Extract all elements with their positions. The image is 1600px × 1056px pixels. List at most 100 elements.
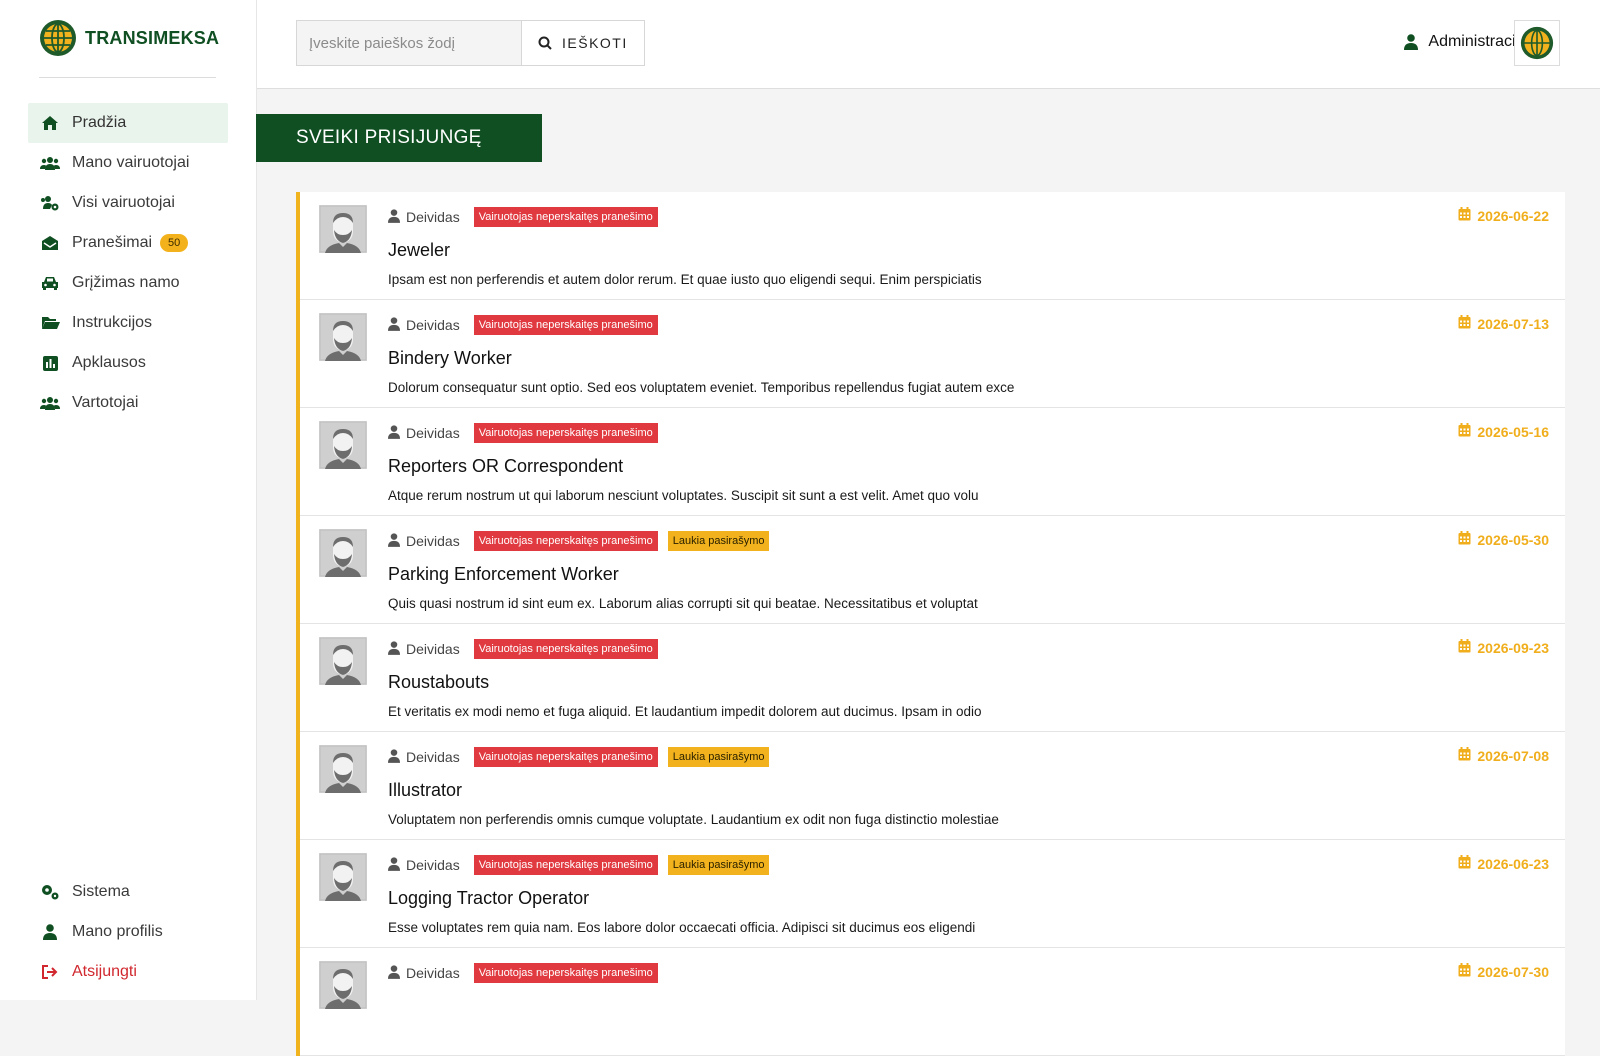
top-header: IEŠKOTI Administracija: [257, 0, 1600, 89]
user-icon: [1404, 34, 1419, 50]
message-preview: Quis quasi nostrum id sint eum ex. Labor…: [388, 596, 978, 611]
sidebar-item-instructions[interactable]: Instrukcijos: [28, 303, 228, 343]
avatar: [319, 421, 367, 469]
message-row[interactable]: Deividas Vairuotojas neperskaitęs praneši…: [300, 732, 1565, 840]
car-icon: [40, 273, 60, 293]
message-date-text: 2026-09-23: [1477, 639, 1549, 656]
sidebar-item-label: Vartotojai: [72, 394, 139, 411]
message-row[interactable]: Deividas Vairuotojas neperskaitęs praneši…: [300, 624, 1565, 732]
message-meta: Deividas Vairuotojas neperskaitęs praneši…: [388, 747, 770, 767]
user-icon: [388, 856, 400, 874]
message-title[interactable]: Logging Tractor Operator: [388, 888, 589, 909]
unread-status-badge: Vairuotojas neperskaitęs pranešimo: [473, 315, 658, 335]
message-title[interactable]: Parking Enforcement Worker: [388, 564, 619, 585]
messages-list: Deividas Vairuotojas neperskaitęs praneši…: [296, 192, 1565, 1056]
message-author: Deividas: [406, 533, 460, 549]
message-date: 2026-05-30: [1458, 531, 1549, 548]
unread-status-badge: Vairuotojas neperskaitęs pranešimo: [473, 531, 658, 551]
avatar: [319, 961, 367, 1009]
brand-logo[interactable]: TRANSIMEKSA: [39, 19, 219, 57]
sidebar-item-label: Atsijungti: [72, 963, 137, 980]
sidebar-item-label: Mano profilis: [72, 923, 163, 940]
message-date: 2026-07-08: [1458, 747, 1549, 764]
message-date-text: 2026-05-30: [1477, 531, 1549, 548]
message-title[interactable]: Illustrator: [388, 780, 462, 801]
user-icon: [388, 424, 400, 442]
message-title[interactable]: Bindery Worker: [388, 348, 512, 369]
message-row[interactable]: Deividas Vairuotojas neperskaitęs praneši…: [300, 840, 1565, 948]
sidebar-item-label: Pradžia: [72, 114, 127, 131]
user-icon: [388, 316, 400, 334]
message-preview: Ipsam est non perferendis et autem dolor…: [388, 272, 982, 287]
unread-status-badge: Vairuotojas neperskaitęs pranešimo: [473, 747, 658, 767]
calendar-icon: [1458, 639, 1471, 656]
home-icon: [40, 113, 60, 133]
sidebar-item-system[interactable]: Sistema: [28, 872, 228, 912]
sidebar-item-users[interactable]: Vartotojai: [28, 383, 228, 423]
unread-status-badge: Vairuotojas neperskaitęs pranešimo: [473, 963, 658, 983]
sign-out-icon: [40, 962, 60, 982]
calendar-icon: [1458, 855, 1471, 872]
search-bar: IEŠKOTI: [296, 20, 645, 66]
message-row[interactable]: Deividas Vairuotojas neperskaitęs praneši…: [300, 192, 1565, 300]
calendar-icon: [1458, 747, 1471, 764]
users-cog-icon: [40, 193, 60, 213]
message-row[interactable]: Deividas Vairuotojas neperskaitęs praneši…: [300, 948, 1565, 1056]
message-meta: Deividas Vairuotojas neperskaitęs praneši…: [388, 963, 658, 983]
sidebar-nav: Pradžia Mano vairuotojai Visi vairuotoja…: [28, 103, 228, 423]
user-icon: [388, 532, 400, 550]
message-date: 2026-06-22: [1458, 207, 1549, 224]
message-author: Deividas: [406, 857, 460, 873]
message-row[interactable]: Deividas Vairuotojas neperskaitęs praneši…: [300, 516, 1565, 624]
sidebar-item-return-home[interactable]: Grįžimas namo: [28, 263, 228, 303]
user-menu[interactable]: Administracija: [1404, 33, 1528, 51]
sidebar-item-logout[interactable]: Atsijungti: [28, 952, 228, 992]
message-title[interactable]: Reporters OR Correspondent: [388, 456, 623, 477]
message-meta: Deividas Vairuotojas neperskaitęs praneši…: [388, 531, 770, 551]
message-title[interactable]: Jeweler: [388, 240, 450, 261]
message-preview: Atque rerum nostrum ut qui laborum nesci…: [388, 488, 979, 503]
calendar-icon: [1458, 531, 1471, 548]
message-row[interactable]: Deividas Vairuotojas neperskaitęs praneši…: [300, 300, 1565, 408]
pending-signature-badge: Laukia pasirašymo: [667, 747, 770, 767]
message-meta: Deividas Vairuotojas neperskaitęs praneši…: [388, 639, 658, 659]
message-author: Deividas: [406, 749, 460, 765]
sidebar-item-home[interactable]: Pradžia: [28, 103, 228, 143]
unread-status-badge: Vairuotojas neperskaitęs pranešimo: [473, 207, 658, 227]
folder-open-icon: [40, 313, 60, 333]
sidebar-item-messages[interactable]: Pranešimai 50: [28, 223, 228, 263]
sidebar-item-surveys[interactable]: Apklausos: [28, 343, 228, 383]
unread-status-badge: Vairuotojas neperskaitęs pranešimo: [473, 855, 658, 875]
avatar[interactable]: [1514, 20, 1560, 66]
message-author: Deividas: [406, 641, 460, 657]
message-meta: Deividas Vairuotojas neperskaitęs praneši…: [388, 855, 770, 875]
message-author: Deividas: [406, 965, 460, 981]
message-meta: Deividas Vairuotojas neperskaitęs praneši…: [388, 207, 658, 227]
message-preview: Et veritatis ex modi nemo et fuga aliqui…: [388, 704, 982, 719]
message-date-text: 2026-07-08: [1477, 747, 1549, 764]
cogs-icon: [40, 882, 60, 902]
sidebar-item-profile[interactable]: Mano profilis: [28, 912, 228, 952]
poll-icon: [40, 353, 60, 373]
sidebar-item-my-drivers[interactable]: Mano vairuotojai: [28, 143, 228, 183]
search-button[interactable]: IEŠKOTI: [521, 20, 645, 66]
message-author: Deividas: [406, 209, 460, 225]
pending-signature-badge: Laukia pasirašymo: [667, 855, 770, 875]
message-row[interactable]: Deividas Vairuotojas neperskaitęs praneši…: [300, 408, 1565, 516]
user-icon: [388, 964, 400, 982]
sidebar-item-label: Visi vairuotojai: [72, 194, 175, 211]
sidebar-item-label: Mano vairuotojai: [72, 154, 190, 171]
message-title[interactable]: Roustabouts: [388, 672, 489, 693]
search-button-label: IEŠKOTI: [562, 35, 628, 51]
search-input[interactable]: [296, 20, 521, 66]
page-title: SVEIKI PRISIJUNGĘ: [256, 114, 542, 162]
globe-logo-icon: [1520, 26, 1554, 60]
sidebar-item-all-drivers[interactable]: Visi vairuotojai: [28, 183, 228, 223]
sidebar: TRANSIMEKSA Pradžia Mano vairuotojai Vis…: [0, 0, 257, 1000]
message-date-text: 2026-05-16: [1477, 423, 1549, 440]
avatar: [319, 313, 367, 361]
avatar: [319, 745, 367, 793]
message-meta: Deividas Vairuotojas neperskaitęs praneši…: [388, 315, 658, 335]
sidebar-item-label: Apklausos: [72, 354, 146, 371]
message-preview: Dolorum consequatur sunt optio. Sed eos …: [388, 380, 1015, 395]
